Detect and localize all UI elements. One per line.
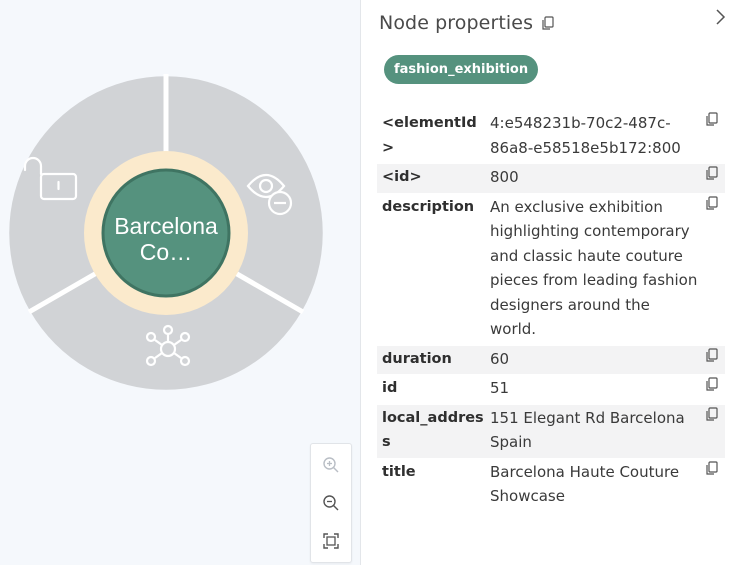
- property-row: <id> 800: [377, 164, 725, 194]
- node-label-line1: Barcelona: [114, 213, 218, 239]
- property-key: duration: [382, 350, 452, 367]
- zoom-out-button[interactable]: [311, 484, 351, 522]
- radial-menu: Barcelona Co…: [9, 74, 323, 390]
- property-value: 800: [490, 168, 519, 186]
- fit-to-screen-icon: [323, 533, 339, 549]
- copy-value-icon[interactable]: [705, 195, 719, 210]
- property-key: description: [382, 198, 475, 215]
- property-key: local_address: [382, 409, 484, 451]
- property-value: 51: [490, 379, 510, 397]
- copy-value-icon[interactable]: [705, 377, 719, 391]
- copy-value-icon[interactable]: [705, 166, 719, 180]
- node-label-badge[interactable]: fashion_exhibition: [384, 55, 539, 84]
- property-row: local_address 151 Elegant Rd Barcelona Sp…: [377, 404, 725, 459]
- property-value: 4:e548231b-70c2-487c-86a8-e58518e5b172:8…: [490, 114, 681, 157]
- collapse-panel-button[interactable]: [711, 6, 731, 28]
- property-value: 151 Elegant Rd Barcelona Spain: [490, 408, 685, 452]
- zoom-out-icon: [323, 495, 339, 511]
- chevron-right-icon: [716, 9, 726, 25]
- property-key: <id>: [382, 169, 422, 185]
- zoom-controls: [310, 443, 352, 563]
- fit-to-screen-button[interactable]: [311, 522, 351, 560]
- copy-all-icon[interactable]: [541, 16, 555, 30]
- graph-canvas[interactable]: Barcelona Co…: [0, 0, 360, 565]
- copy-value-icon[interactable]: [705, 112, 719, 126]
- property-key: id: [382, 380, 398, 396]
- property-key: title: [382, 463, 416, 480]
- property-key: <elementId>: [382, 115, 477, 156]
- node-properties-panel: Node properties fashion_exhibition <elem…: [360, 0, 735, 565]
- zoom-in-icon: [323, 457, 339, 473]
- properties-table: <elementId> 4:e548231b-70c2-487c-86a8-e58…: [377, 110, 725, 513]
- property-row: title Barcelona Haute Couture Showcase: [377, 459, 725, 513]
- property-value: 60: [490, 349, 510, 368]
- property-row: description An exclusive exhibition highl…: [377, 194, 725, 346]
- property-value: An exclusive exhibition highlighting con…: [490, 197, 698, 339]
- panel-title: Node properties: [379, 12, 534, 34]
- copy-value-icon[interactable]: [705, 406, 719, 421]
- copy-value-icon[interactable]: [705, 347, 719, 362]
- zoom-in-button[interactable]: [311, 446, 351, 484]
- property-row: duration 60: [377, 345, 725, 375]
- property-row: id 51: [377, 375, 725, 405]
- node-label-line2: Co…: [140, 239, 192, 265]
- property-value: Barcelona Haute Couture Showcase: [490, 462, 680, 506]
- panel-header: Node properties: [379, 10, 555, 36]
- property-row: <elementId> 4:e548231b-70c2-487c-86a8-e58…: [377, 110, 725, 164]
- copy-value-icon[interactable]: [705, 460, 719, 475]
